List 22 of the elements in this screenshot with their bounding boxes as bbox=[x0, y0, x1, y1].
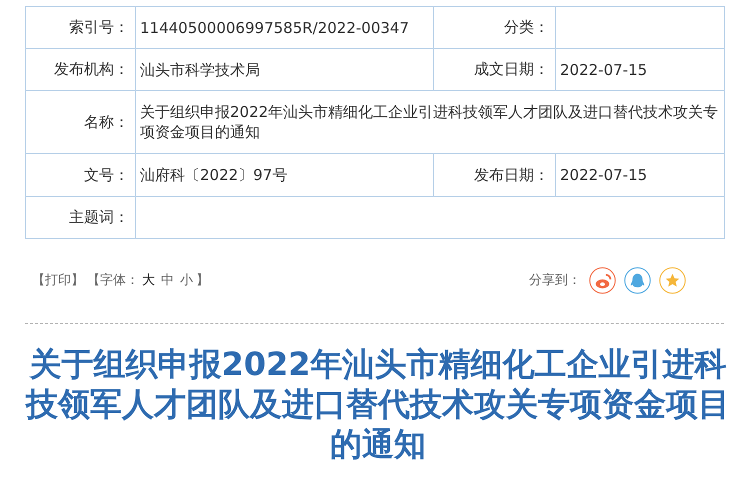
field-label: 名称： bbox=[84, 112, 129, 131]
field-label: 主题词： bbox=[69, 208, 129, 226]
font-size-link[interactable]: 小 bbox=[180, 272, 193, 288]
field-label: 分类： bbox=[504, 18, 549, 36]
share-label: 分享到： bbox=[529, 272, 581, 290]
field-label: 文号： bbox=[84, 166, 129, 184]
print-link[interactable]: 【打印】 bbox=[32, 272, 84, 288]
field-label: 索引号： bbox=[69, 18, 129, 36]
field-value: 关于组织申报2022年汕头市精细化工企业引进科技领军人才团队及进口替代技术攻关专项资金项目的通知 bbox=[140, 103, 718, 141]
field-label: 发布机构： bbox=[54, 60, 129, 78]
font-size-link[interactable]: 中 bbox=[161, 272, 174, 288]
field-value: 汕府科〔2022〕97号 bbox=[140, 166, 288, 184]
field-label: 发布日期： bbox=[474, 166, 549, 184]
field-label: 成文日期： bbox=[474, 60, 549, 78]
bracket-text: 】 bbox=[196, 272, 209, 288]
font-size-link[interactable]: 大 bbox=[142, 272, 155, 288]
field-value: 11440500006997585R/2022-00347 bbox=[140, 18, 410, 36]
field-value: 2022-07-15 bbox=[560, 166, 648, 184]
field-value: 汕头市科学技术局 bbox=[140, 60, 260, 78]
font-size-label: 【字体： bbox=[87, 272, 139, 288]
article-title: 关于组织申报2022年汕头市精细化工企业引进科技领军人才团队及进口替代技术攻关专项资金项目的通知 bbox=[25, 344, 731, 464]
field-value: 2022-07-15 bbox=[560, 60, 648, 78]
